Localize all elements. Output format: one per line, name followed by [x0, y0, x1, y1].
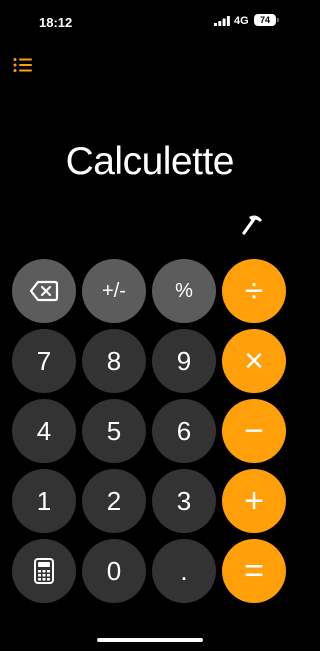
plus-minus-button[interactable]: +/-	[82, 259, 146, 323]
pick-icon[interactable]	[240, 211, 266, 235]
divide-button[interactable]: ÷	[222, 259, 286, 323]
key-label: 9	[176, 345, 192, 376]
key-label: 1	[36, 485, 52, 516]
key-label: 0	[106, 555, 122, 586]
battery-cap	[277, 18, 279, 22]
key-label: 4	[36, 415, 52, 446]
digit-8-button[interactable]: 8	[82, 329, 146, 393]
status-time: 18:12	[39, 15, 73, 30]
digit-2-button[interactable]: 2	[82, 469, 146, 533]
calculator-mode-button[interactable]	[12, 539, 76, 603]
key-label: ×	[244, 341, 264, 380]
key-label: .	[180, 555, 188, 586]
key-label: 2	[106, 485, 122, 516]
digit-9-button[interactable]: 9	[152, 329, 216, 393]
digit-0-button[interactable]: 0	[82, 539, 146, 603]
network-type-label: 4G	[234, 15, 249, 27]
calculator-icon	[34, 558, 54, 584]
equals-button[interactable]: =	[222, 539, 286, 603]
key-label: +/-	[102, 279, 126, 302]
backspace-icon	[29, 280, 59, 302]
digit-6-button[interactable]: 6	[152, 399, 216, 463]
key-label: 5	[106, 415, 122, 446]
minus-button[interactable]: −	[222, 399, 286, 463]
percent-button[interactable]: %	[152, 259, 216, 323]
signal-icon	[214, 16, 230, 26]
key-label: =	[244, 551, 264, 590]
digit-3-button[interactable]: 3	[152, 469, 216, 533]
key-label: 3	[176, 485, 192, 516]
key-label: ÷	[244, 271, 264, 310]
key-label: %	[175, 279, 193, 302]
plus-button[interactable]: +	[222, 469, 286, 533]
home-indicator[interactable]	[97, 638, 203, 642]
keypad: +/-% ÷ 7 8 9 × 4 5 6 − 1 2 3 +0. =	[12, 259, 288, 603]
decimal-button[interactable]: .	[152, 539, 216, 603]
list-icon[interactable]	[12, 56, 34, 74]
digit-4-button[interactable]: 4	[12, 399, 76, 463]
digit-5-button[interactable]: 5	[82, 399, 146, 463]
key-label: −	[244, 411, 264, 450]
digit-7-button[interactable]: 7	[12, 329, 76, 393]
calculator-display: Calculette	[65, 140, 235, 183]
battery-indicator: 74	[254, 14, 276, 26]
status-bar: 18:12 4G 74	[0, 0, 300, 44]
backspace-button[interactable]	[12, 259, 76, 323]
key-label: 8	[106, 345, 122, 376]
key-label: 7	[36, 345, 52, 376]
multiply-button[interactable]: ×	[222, 329, 286, 393]
key-label: 6	[176, 415, 192, 446]
digit-1-button[interactable]: 1	[12, 469, 76, 533]
key-label: +	[244, 481, 264, 520]
